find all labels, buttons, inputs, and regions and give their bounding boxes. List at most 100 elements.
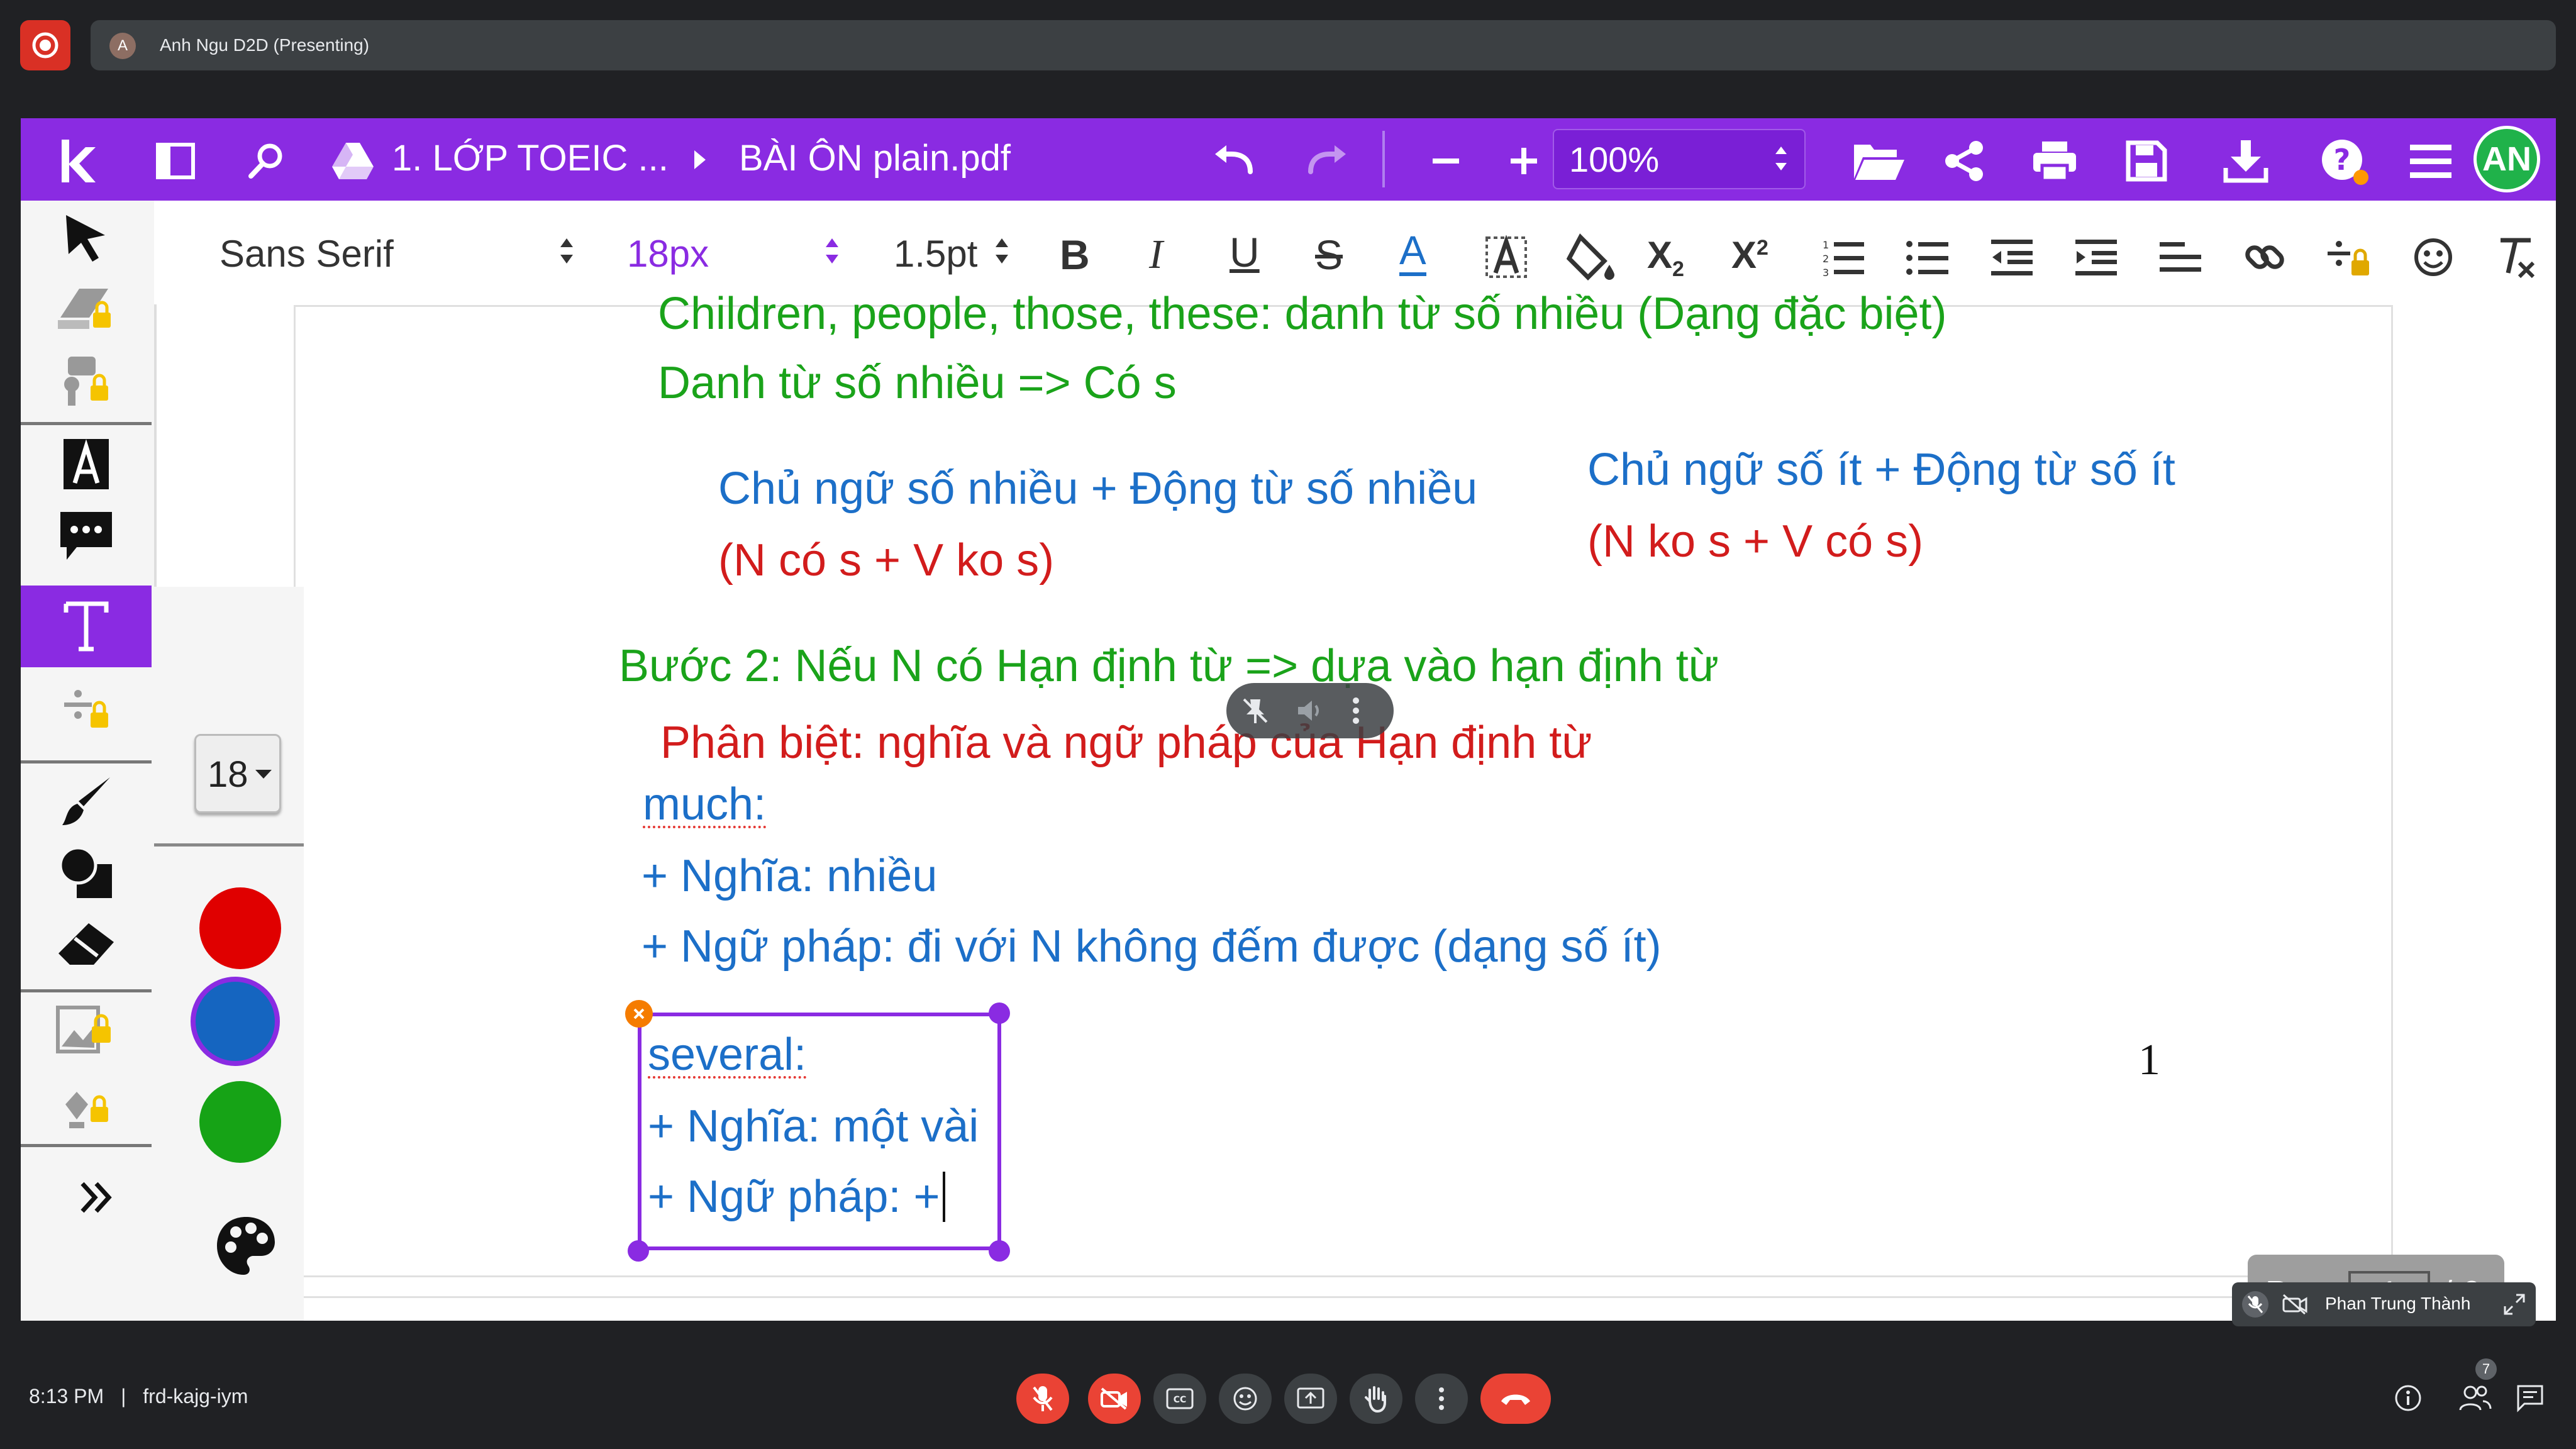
zoom-out-icon[interactable] [1414, 130, 1477, 192]
math-locked-icon[interactable] [2318, 226, 2380, 289]
redo-icon[interactable] [1295, 130, 1358, 192]
doc-much[interactable]: much: [643, 779, 766, 830]
select-tool-icon[interactable] [21, 203, 152, 272]
stop-presenting-button[interactable] [20, 20, 70, 70]
active-textbox[interactable]: several: + Nghĩa: một vài + Ngữ pháp: + [638, 1013, 1001, 1250]
doc-line-plural-s[interactable]: Danh từ số nhiều => Có s [658, 357, 1177, 409]
breadcrumb-folder[interactable]: 1. LỚP TOEIC ... [392, 137, 669, 179]
outdent-icon[interactable] [1980, 226, 2043, 289]
meeting-details-icon[interactable] [2394, 1384, 2423, 1413]
subscript-button[interactable]: X2 [1647, 233, 1684, 282]
people-icon[interactable] [2458, 1381, 2493, 1413]
camera-toggle-button[interactable] [1088, 1374, 1141, 1424]
line-height-select[interactable]: 1.5pt [894, 232, 977, 275]
doc-much-meaning[interactable]: + Nghĩa: nhiều [641, 850, 937, 902]
voice-comment-locked-icon[interactable] [21, 348, 152, 417]
caret-down-icon [254, 769, 273, 780]
doc-line-plural-nouns[interactable]: Children, people, those, these: danh từ … [658, 288, 1947, 340]
equation-locked-icon[interactable] [21, 671, 152, 740]
comment-icon[interactable] [21, 501, 152, 570]
emoji-icon[interactable] [2402, 226, 2465, 289]
color-swatch-blue[interactable] [191, 977, 280, 1066]
image-locked-icon[interactable] [21, 997, 152, 1066]
italic-button[interactable]: I [1149, 231, 1163, 279]
doc-several[interactable]: several: [648, 1029, 806, 1080]
doc-much-grammar[interactable]: + Ngữ pháp: đi với N không đếm được (dạn… [641, 921, 1662, 972]
brush-icon[interactable] [21, 767, 152, 836]
resize-handle[interactable] [989, 1002, 1010, 1024]
volume-icon[interactable] [1294, 696, 1324, 726]
shapes-icon[interactable] [21, 838, 152, 908]
superscript-button[interactable]: X2 [1731, 233, 1768, 277]
save-icon[interactable] [2115, 130, 2178, 192]
palette-icon[interactable] [214, 1214, 277, 1277]
unpin-icon[interactable] [1240, 696, 1270, 726]
menu-icon[interactable] [2399, 130, 2462, 192]
dictionary-locked-icon[interactable] [21, 276, 152, 345]
print-icon[interactable] [2023, 130, 2086, 192]
reactions-button[interactable] [1219, 1374, 1272, 1424]
subscript-label: X [1647, 234, 1673, 276]
doc-plural-rule[interactable]: Chủ ngữ số nhiều + Động từ số nhiều [718, 463, 1477, 514]
text-tool-icon[interactable] [21, 586, 152, 667]
search-icon[interactable] [235, 130, 297, 192]
doc-plural-note[interactable]: (N có s + V ko s) [718, 535, 1054, 586]
sidebar-toggle-icon[interactable] [144, 130, 207, 192]
share-icon[interactable] [1933, 130, 1996, 192]
participant-tile[interactable]: Phan Trung Thành [2232, 1282, 2536, 1326]
help-icon[interactable]: ? [2310, 130, 2379, 192]
kami-logo-icon[interactable] [46, 130, 109, 192]
captions-button[interactable]: CC [1153, 1374, 1206, 1424]
zoom-in-icon[interactable] [1492, 130, 1555, 192]
download-icon[interactable] [2214, 130, 2277, 192]
clear-format-icon[interactable] [2485, 226, 2548, 289]
raise-hand-button[interactable] [1350, 1374, 1402, 1424]
eraser-icon[interactable] [21, 910, 152, 979]
doc-singular-rule[interactable]: Chủ ngữ số ít + Động từ số ít [1587, 444, 2175, 496]
delete-textbox-icon[interactable] [625, 1000, 653, 1028]
underline-button[interactable]: U [1230, 228, 1260, 276]
strikethrough-button[interactable]: S [1315, 231, 1343, 279]
more-options-icon[interactable] [1350, 696, 1362, 726]
indent-icon[interactable] [2065, 226, 2128, 289]
tool-divider [21, 760, 152, 763]
pdf-page[interactable]: Children, people, those, these: danh từ … [296, 289, 2391, 1275]
fill-color-icon[interactable] [1560, 226, 1623, 289]
align-icon[interactable] [2149, 226, 2212, 289]
numbered-list-icon[interactable]: 1 2 3 [1812, 226, 1875, 289]
text-color-button[interactable]: A [1399, 228, 1426, 276]
size-dropdown[interactable]: 18 [194, 734, 281, 813]
chat-icon[interactable] [2516, 1384, 2545, 1413]
mic-toggle-button[interactable] [1016, 1374, 1069, 1424]
undo-icon[interactable] [1203, 130, 1266, 192]
present-button[interactable] [1284, 1374, 1337, 1424]
expand-icon[interactable] [2502, 1292, 2526, 1316]
font-size-select[interactable]: 18px [627, 232, 709, 275]
doc-several-meaning[interactable]: + Nghĩa: một vài [648, 1101, 979, 1152]
color-swatch-green[interactable] [199, 1081, 281, 1163]
color-swatch-red[interactable] [199, 887, 281, 969]
open-folder-icon[interactable] [1845, 130, 1914, 192]
doc-step2[interactable]: Bước 2: Nếu N có Hạn định từ => dựa vào … [619, 640, 1719, 692]
zoom-select[interactable]: 100% [1553, 129, 1806, 189]
bullet-list-icon[interactable] [1896, 226, 1959, 289]
meeting-code[interactable]: frd-kajg-iym [143, 1385, 248, 1407]
more-options-button[interactable] [1415, 1374, 1468, 1424]
bold-button[interactable]: B [1060, 231, 1090, 279]
resize-handle[interactable] [989, 1240, 1010, 1262]
link-icon[interactable] [2233, 226, 2296, 289]
font-family-select[interactable]: Sans Serif [219, 232, 394, 275]
user-avatar[interactable]: AN [2473, 126, 2540, 192]
text-style-icon[interactable] [21, 430, 152, 499]
expand-tools-icon[interactable] [58, 1163, 134, 1232]
doc-several-grammar[interactable]: + Ngữ pháp: + [648, 1171, 945, 1223]
leave-call-button[interactable] [1480, 1374, 1551, 1424]
resize-handle[interactable] [628, 1240, 649, 1262]
doc-text: + Ngữ pháp: + [648, 1172, 940, 1222]
file-name[interactable]: BÀI ÔN plain.pdf [739, 137, 1011, 179]
next-pdf-page[interactable] [296, 1298, 2391, 1321]
highlight-icon[interactable] [1475, 226, 1538, 289]
doc-distinguish[interactable]: Phân biệt: nghĩa và ngữ pháp của Hạn địn… [660, 717, 1592, 769]
doc-singular-note[interactable]: (N ko s + V có s) [1587, 516, 1923, 567]
signature-locked-icon[interactable] [21, 1069, 152, 1138]
